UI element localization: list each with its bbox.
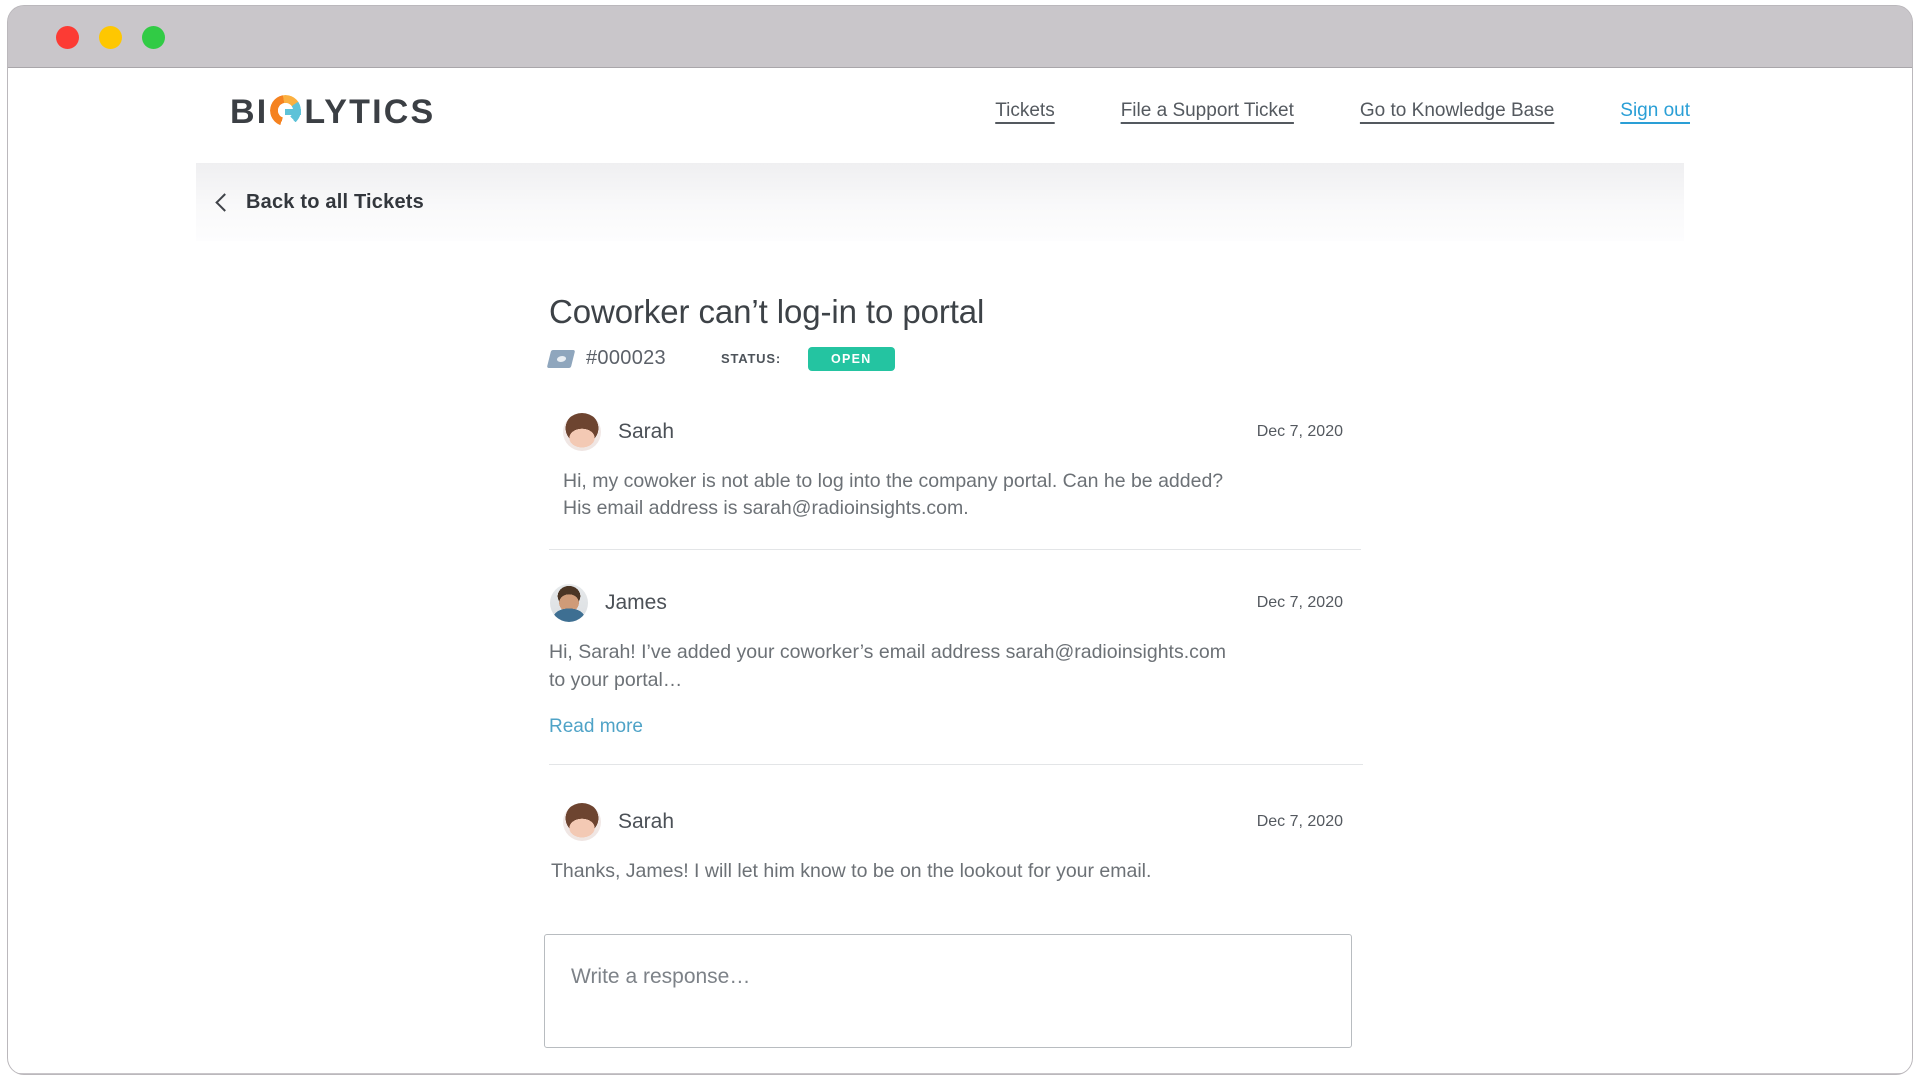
message-line: Thanks, James! I will let him know to be… [551,858,1375,886]
avatar [550,584,588,622]
ticket-meta-row: #000023 STATUS: OPEN [549,347,1375,371]
message-author: James [605,591,667,615]
message-divider [549,764,1363,765]
message-line: Hi, my cowoker is not able to log into t… [563,468,1375,496]
window-titlebar [8,6,1912,68]
message-thread: Sarah Dec 7, 2020 Hi, my cowoker is not … [549,413,1375,886]
message-author: Sarah [618,810,674,834]
message-date: Dec 7, 2020 [1257,594,1375,612]
thread-message: Sarah Dec 7, 2020 Thanks, James! I will … [549,803,1375,886]
thread-message: Sarah Dec 7, 2020 Hi, my cowoker is not … [549,413,1375,551]
nav-link-go-to-knowledge-base[interactable]: Go to Knowledge Base [1360,100,1554,122]
close-window-button[interactable] [56,26,79,49]
message-body: Hi, Sarah! I’ve added your coworker’s em… [549,639,1375,695]
message-header: Sarah Dec 7, 2020 [549,803,1375,841]
nav-link-tickets[interactable]: Tickets [995,100,1054,122]
brand-text-suffix: LYTICS [304,95,435,129]
read-more-link[interactable]: Read more [549,716,643,738]
page-title: Coworker can’t log-in to portal [549,293,1375,331]
message-body: Hi, my cowoker is not able to log into t… [549,468,1375,524]
message-line: His email address is sarah@radioinsights… [563,495,1375,523]
chevron-left-icon [215,193,233,211]
nav-links: Tickets File a Support Ticket Go to Know… [995,100,1690,122]
thread-message: James Dec 7, 2020 Hi, Sarah! I’ve added … [549,584,1375,765]
message-body: Thanks, James! I will let him know to be… [549,858,1375,886]
app-window: BI LYTICS Tickets File a Support Ticket … [8,6,1912,1074]
maximize-window-button[interactable] [142,26,165,49]
nav-link-file-a-support-ticket[interactable]: File a Support Ticket [1121,100,1294,122]
ticket-icon [549,350,573,368]
back-to-all-tickets-link[interactable]: Back to all Tickets [218,191,424,214]
response-input[interactable] [544,934,1352,1048]
message-line: Hi, Sarah! I’ve added your coworker’s em… [549,639,1375,667]
brand-logo[interactable]: BI LYTICS [230,92,435,129]
message-line: to your portal… [549,667,1375,695]
back-bar: Back to all Tickets [196,163,1684,241]
nav-link-sign-out[interactable]: Sign out [1620,100,1690,122]
traffic-lights [56,26,165,49]
top-navigation-bar: BI LYTICS Tickets File a Support Ticket … [8,68,1912,153]
back-to-all-tickets-label: Back to all Tickets [246,191,424,214]
message-date: Dec 7, 2020 [1257,813,1375,831]
ticket-number: #000023 [586,347,666,370]
message-date: Dec 7, 2020 [1257,423,1375,441]
avatar [563,413,601,451]
brand-text-prefix: BI [230,95,268,129]
ticket-detail: Coworker can’t log-in to portal #000023 … [545,293,1375,1073]
status-label: STATUS: [721,351,781,366]
message-header: James Dec 7, 2020 [549,584,1375,622]
status-badge[interactable]: OPEN [808,347,895,371]
message-divider [549,549,1361,550]
biglytics-g-mark-icon [270,95,301,126]
message-header: Sarah Dec 7, 2020 [549,413,1375,451]
minimize-window-button[interactable] [99,26,122,49]
avatar [563,803,601,841]
page-canvas: BI LYTICS Tickets File a Support Ticket … [8,68,1912,1073]
message-author: Sarah [618,420,674,444]
